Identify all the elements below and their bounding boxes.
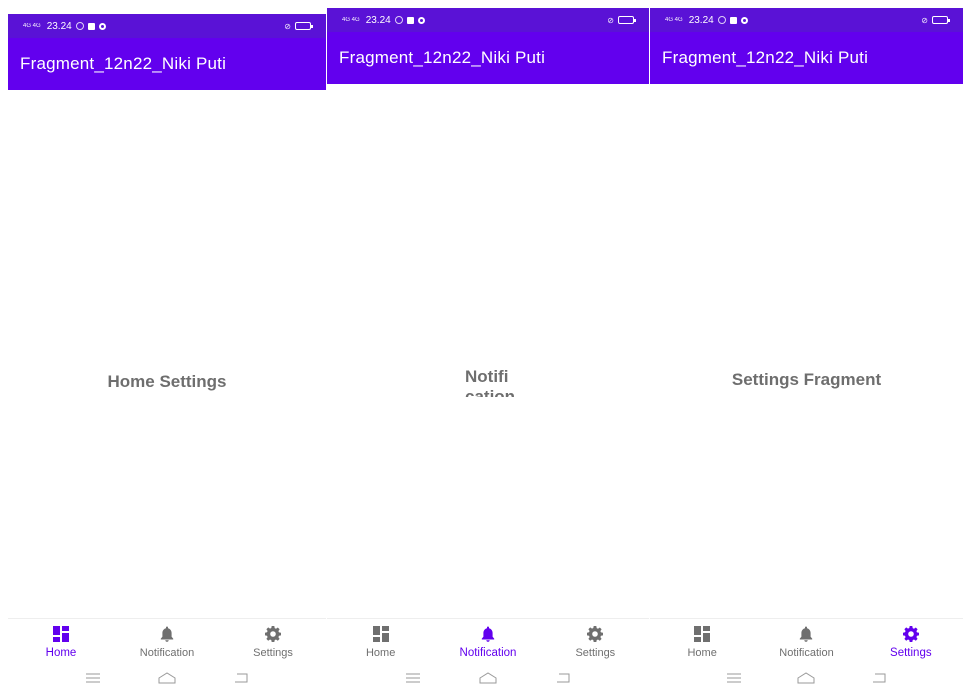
bottom-navigation: Home Notification Settings [327, 618, 649, 668]
gear-icon [587, 626, 604, 642]
battery-icon [618, 16, 636, 24]
status-time: 23.24 [365, 14, 391, 26]
dashboard-icon [372, 626, 389, 642]
system-navigation [327, 670, 649, 686]
fragment-text: Home Settings [8, 372, 326, 392]
status-bar: 4G 4G 23.24 ⊘ [327, 8, 649, 32]
app-bar: Fragment_12n22_Niki Puti [8, 38, 326, 90]
app-title: Fragment_12n22_Niki Puti [339, 48, 546, 67]
gear-icon [265, 626, 281, 642]
notification-square-icon [406, 16, 414, 24]
system-navigation [8, 670, 326, 686]
signal-icon: 4G 4G [23, 22, 41, 29]
nav-settings-label: Settings [890, 647, 932, 659]
nav-notification-label: Notification [779, 647, 834, 659]
fragment-label: Home Settings [107, 372, 227, 391]
nav-home-label: Home [365, 647, 396, 659]
whatsapp-icon [394, 16, 403, 24]
telegram-icon [417, 16, 425, 24]
fragment-label-line1: Notifi [465, 367, 509, 386]
nav-notification[interactable]: Notification [761, 626, 851, 659]
menu-icon[interactable] [403, 670, 423, 686]
mute-icon: ⊘ [921, 15, 928, 25]
bell-icon [160, 626, 174, 642]
nav-settings[interactable]: Settings [550, 626, 640, 659]
nav-home[interactable]: Home [657, 626, 747, 659]
nav-home[interactable]: Home [16, 626, 106, 659]
battery-icon [932, 16, 950, 24]
nav-notification-label: Notification [139, 647, 195, 659]
dashboard-icon [694, 626, 711, 642]
back-icon[interactable] [553, 670, 573, 686]
mute-icon: ⊘ [284, 21, 291, 31]
nav-home-label: Home [45, 647, 77, 659]
nav-notification-label: Notification [459, 647, 517, 659]
phone-screen-home: 4G 4G 23.24 ⊘ Fragment_12n22_Niki Puti H… [8, 14, 326, 700]
notification-square-icon [87, 22, 95, 30]
nav-settings[interactable]: Settings [228, 626, 318, 659]
back-icon[interactable] [869, 670, 889, 686]
fragment-label-clipped: Notifi cation [453, 367, 523, 397]
telegram-icon [98, 22, 106, 30]
system-navigation [650, 670, 963, 686]
app-title: Fragment_12n22_Niki Puti [662, 48, 869, 67]
notification-square-icon [729, 16, 737, 24]
status-bar: 4G 4G 23.24 ⊘ [650, 8, 963, 32]
telegram-icon [740, 16, 748, 24]
home-icon[interactable] [478, 670, 498, 686]
fragment-text: Settings Fragment [650, 370, 963, 390]
home-icon[interactable] [157, 670, 177, 686]
app-bar: Fragment_12n22_Niki Puti [327, 32, 649, 84]
back-icon[interactable] [231, 670, 251, 686]
mute-icon: ⊘ [607, 15, 614, 25]
fragment-label: Settings Fragment [731, 370, 882, 389]
menu-icon[interactable] [83, 670, 103, 686]
bottom-navigation: Home Notification Settings [650, 618, 963, 668]
signal-icon: 4G 4G [342, 16, 360, 23]
status-bar: 4G 4G 23.24 ⊘ [8, 14, 326, 38]
nav-home-label: Home [687, 647, 717, 659]
fragment-label-line2: cation [465, 387, 516, 397]
bell-icon [481, 626, 495, 642]
nav-settings-label: Settings [575, 647, 616, 659]
whatsapp-icon [717, 16, 726, 24]
bottom-navigation: Home Notification Settings [8, 618, 326, 668]
whatsapp-icon [75, 22, 84, 30]
bell-icon [800, 626, 813, 642]
nav-settings[interactable]: Settings [866, 626, 956, 659]
nav-notification[interactable]: Notification [443, 626, 533, 659]
gear-icon [902, 626, 919, 642]
home-icon[interactable] [796, 670, 816, 686]
fragment-text: Notifi cation [327, 367, 649, 402]
nav-notification[interactable]: Notification [122, 626, 212, 659]
phone-screen-settings: 4G 4G 23.24 ⊘ Fragment_12n22_Niki Puti S… [650, 8, 963, 700]
phone-screen-notification: 4G 4G 23.24 ⊘ Fragment_12n22_Niki Puti N… [327, 8, 649, 700]
app-title: Fragment_12n22_Niki Puti [20, 54, 227, 73]
app-bar: Fragment_12n22_Niki Puti [650, 32, 963, 84]
status-time: 23.24 [688, 14, 714, 26]
signal-icon: 4G 4G [665, 16, 683, 23]
nav-settings-label: Settings [253, 647, 293, 659]
status-time: 23.24 [46, 20, 72, 32]
battery-icon [295, 22, 313, 30]
menu-icon[interactable] [724, 670, 744, 686]
dashboard-icon [53, 626, 69, 642]
nav-home[interactable]: Home [336, 626, 426, 659]
